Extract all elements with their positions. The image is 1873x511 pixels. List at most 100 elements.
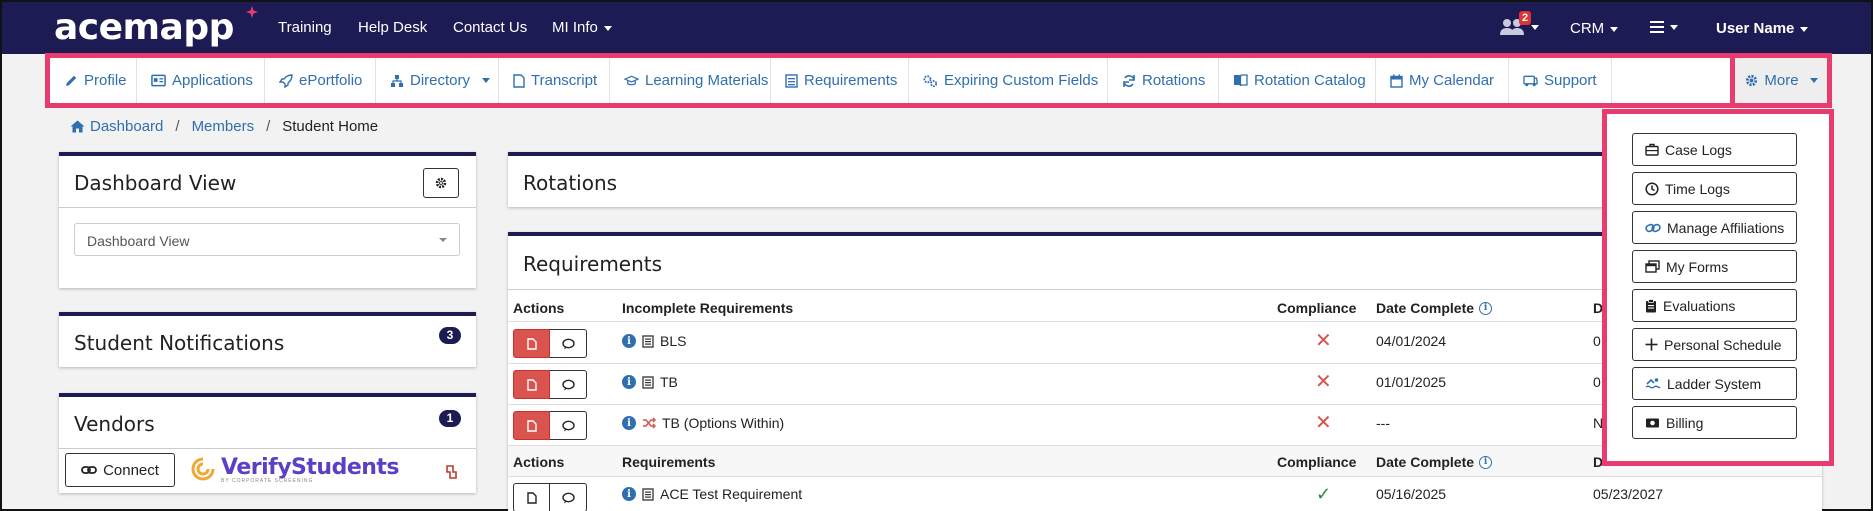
dashboard-view-select[interactable]: Dashboard View [74, 223, 460, 256]
windows-icon [1645, 260, 1660, 273]
column-header-incomplete-requirements: Incomplete Requirements [622, 300, 794, 316]
requirement-ace-test[interactable]: i ACE Test Requirement [622, 486, 802, 502]
chevron-down-icon [1610, 26, 1619, 32]
topnav-training[interactable]: Training [278, 19, 332, 36]
column-header-requirements: Requirements [622, 454, 716, 470]
row-actions [513, 483, 587, 511]
subnav-transcript[interactable]: Transcript [499, 58, 610, 103]
subnav-requirements[interactable]: Requirements [771, 58, 909, 103]
dashboard-view-panel: Dashboard View Dashboard View [59, 152, 476, 288]
date-complete: 01/01/2025 [1376, 374, 1447, 390]
plus-icon [1645, 338, 1658, 351]
compliant-check-icon: ✓ [1316, 484, 1332, 504]
requirement-bls[interactable]: i BLS [622, 333, 686, 349]
section-nav: Profile Applications ePortfolio Director… [45, 53, 1730, 108]
comment-button[interactable] [550, 483, 587, 511]
subnav-learning-materials[interactable]: Learning Materials [610, 58, 771, 103]
view-document-button[interactable] [513, 483, 550, 511]
hamburger-menu-button[interactable] [1650, 21, 1678, 33]
clipboard-icon [1646, 298, 1656, 312]
comment-icon [561, 492, 575, 503]
comment-button[interactable] [550, 370, 587, 399]
notification-count-badge: 2 [1519, 11, 1532, 25]
subnav-rotations[interactable]: Rotations [1108, 58, 1219, 103]
info-icon[interactable]: i [622, 334, 636, 348]
menu-item-case-logs[interactable]: Case Logs [1632, 133, 1797, 166]
breadcrumb-current: Student Home [282, 118, 379, 135]
vendor-count-badge: 1 [439, 410, 461, 427]
topnav-contact-us[interactable]: Contact Us [453, 19, 527, 36]
subnav-eportfolio[interactable]: ePortfolio [265, 58, 376, 103]
menu-item-my-forms[interactable]: My Forms [1632, 250, 1797, 283]
briefcase-icon [1645, 143, 1659, 156]
id-card-icon [151, 73, 166, 88]
verifystudents-logo: VerifyStudents BY CORPORATE SCREENING [189, 455, 400, 485]
column-header-compliance: Compliance [1277, 454, 1357, 470]
menu-item-billing[interactable]: Billing [1632, 406, 1797, 439]
subnav-my-calendar[interactable]: My Calendar [1376, 58, 1509, 103]
list-icon [642, 487, 654, 501]
chevron-down-icon [439, 238, 447, 242]
subnav-expiring-custom-fields[interactable]: Expiring Custom Fields [909, 58, 1108, 103]
subnav-directory[interactable]: Directory [376, 58, 499, 103]
info-icon[interactable]: i [622, 416, 636, 430]
info-icon[interactable]: i [1479, 301, 1493, 315]
comment-button[interactable] [550, 411, 587, 440]
subnav-rotation-catalog[interactable]: Rotation Catalog [1219, 58, 1376, 103]
panel-title: Dashboard View [74, 171, 237, 195]
upload-document-button[interactable] [513, 329, 550, 358]
subnav-profile[interactable]: Profile [50, 58, 137, 103]
clock-icon [1645, 181, 1659, 196]
panel-title: Student Notifications [74, 331, 285, 355]
support-icon [1523, 73, 1538, 88]
gears-icon [923, 73, 938, 88]
topnav-crm[interactable]: CRM [1570, 20, 1619, 37]
more-menu-button[interactable]: More [1735, 58, 1827, 103]
menu-item-personal-schedule[interactable]: Personal Schedule [1632, 328, 1797, 361]
comment-icon [561, 420, 575, 431]
breadcrumb-members[interactable]: Members [192, 118, 255, 135]
non-compliant-icon: ✕ [1315, 371, 1332, 393]
date-complete: 05/16/2025 [1376, 486, 1447, 502]
subnav-support[interactable]: Support [1509, 58, 1612, 103]
topnav-help-desk[interactable]: Help Desk [358, 19, 427, 36]
disconnect-vendor-icon[interactable] [444, 464, 460, 480]
comment-button[interactable] [550, 329, 587, 358]
dashboard-settings-button[interactable] [423, 168, 459, 198]
panel-title: Vendors [74, 412, 155, 436]
file-icon [526, 419, 537, 432]
subnav-applications[interactable]: Applications [137, 58, 265, 103]
calendar-icon [1390, 73, 1403, 88]
acemapp-logo[interactable]: acemapp [54, 8, 234, 48]
panel-title: Requirements [523, 252, 663, 276]
menu-item-ladder-system[interactable]: Ladder System [1632, 367, 1797, 400]
menu-item-evaluations[interactable]: Evaluations [1632, 289, 1797, 322]
chevron-down-icon [1531, 24, 1539, 30]
breadcrumb-dashboard[interactable]: Dashboard [90, 118, 163, 135]
column-header-actions: Actions [513, 300, 565, 316]
requirement-tb[interactable]: i TB [622, 374, 678, 390]
graduation-cap-icon [624, 73, 639, 88]
info-icon[interactable]: i [622, 487, 636, 501]
chevron-down-icon [482, 78, 491, 83]
chevron-down-icon [603, 25, 612, 31]
topnav-mi-info[interactable]: MI Info [552, 19, 612, 36]
upload-document-button[interactable] [513, 411, 550, 440]
non-compliant-icon: ✕ [1315, 412, 1332, 434]
list-icon [642, 334, 654, 348]
user-menu[interactable]: User Name [1716, 20, 1809, 37]
file-icon [513, 73, 525, 88]
vendor-connect-button[interactable]: Connect [65, 453, 175, 487]
chevron-down-icon [1809, 78, 1818, 83]
link-icon [1645, 223, 1661, 232]
row-actions [513, 329, 587, 358]
requirement-tb-options-within[interactable]: i TB (Options Within) [622, 415, 784, 431]
upload-document-button[interactable] [513, 370, 550, 399]
info-icon[interactable]: i [1479, 455, 1493, 469]
menu-item-time-logs[interactable]: Time Logs [1632, 172, 1797, 205]
breadcrumb: Dashboard / Members / Student Home [70, 118, 378, 135]
file-icon [526, 337, 537, 350]
info-icon[interactable]: i [622, 375, 636, 389]
menu-item-manage-affiliations[interactable]: Manage Affiliations [1632, 211, 1797, 244]
breadcrumb-separator: / [175, 118, 180, 135]
